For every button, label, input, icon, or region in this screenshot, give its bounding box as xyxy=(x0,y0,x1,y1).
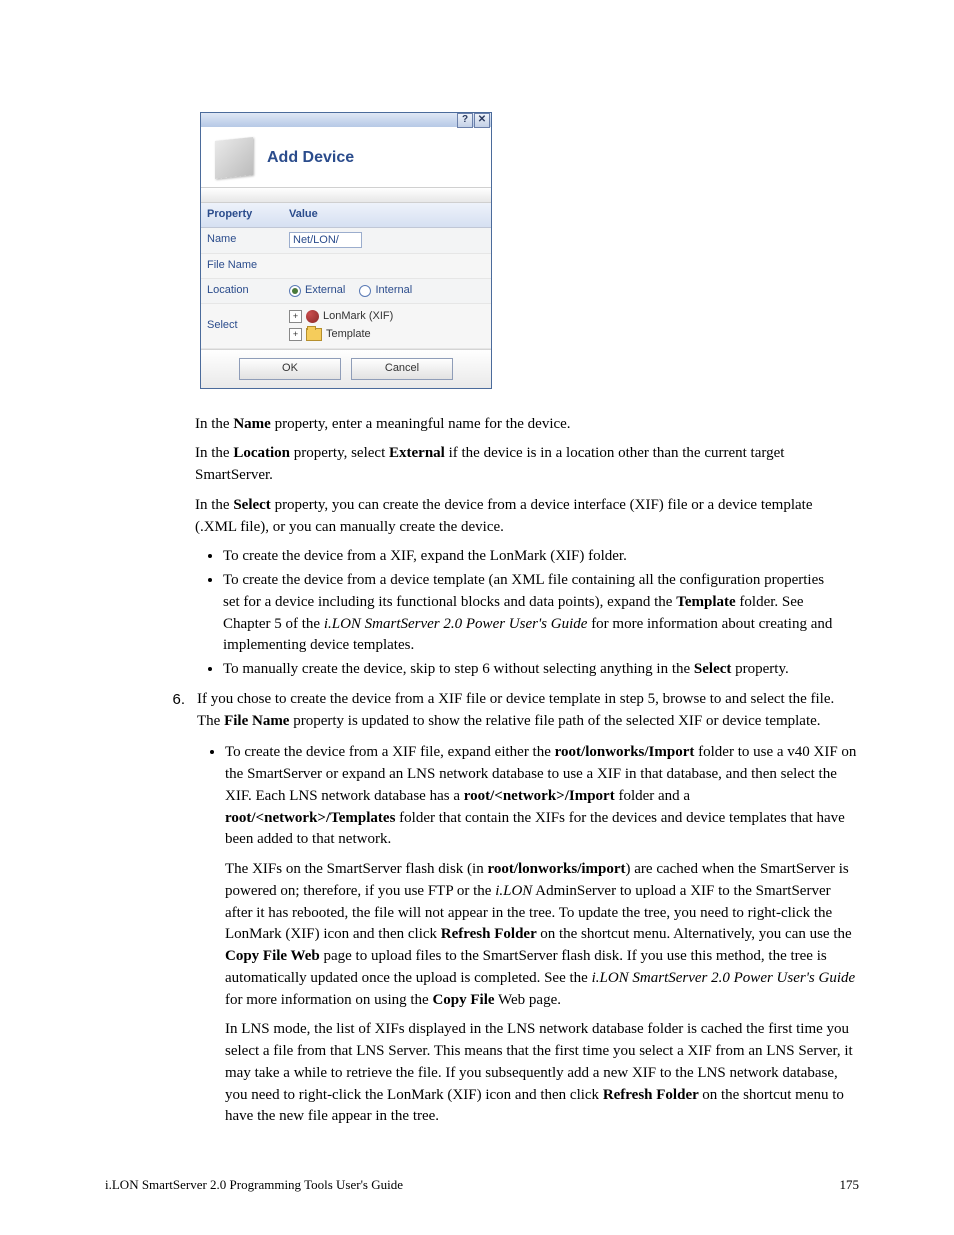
globe-icon xyxy=(306,310,319,323)
tree-lonmark-label: LonMark (XIF) xyxy=(323,309,393,325)
paragraph: If you chose to create the device from a… xyxy=(197,689,859,733)
radio-internal[interactable] xyxy=(359,285,371,297)
plus-icon[interactable]: + xyxy=(289,328,302,341)
row-filename-label: File Name xyxy=(201,253,283,278)
device-icon xyxy=(215,137,253,179)
list-item: To create the device from a XIF file, ex… xyxy=(225,742,859,1128)
property-table: Property Value Name File Name Location E… xyxy=(201,203,491,349)
location-radios: External Internal xyxy=(289,283,485,299)
radio-external-label: External xyxy=(305,283,345,299)
radio-external[interactable] xyxy=(289,285,301,297)
folder-icon xyxy=(306,328,322,341)
radio-internal-label: Internal xyxy=(375,283,412,299)
list-item: To create the device from a XIF, expand … xyxy=(223,546,839,568)
footer-left: i.LON SmartServer 2.0 Programming Tools … xyxy=(105,1176,403,1195)
step-6: 6. If you chose to create the device fro… xyxy=(135,689,859,1136)
tree-item-template[interactable]: + Template xyxy=(289,326,485,344)
col-value: Value xyxy=(283,203,491,227)
row-filename-value xyxy=(283,253,491,278)
tree-template-label: Template xyxy=(326,327,371,343)
row-select-label: Select xyxy=(201,303,283,348)
ok-button[interactable]: OK xyxy=(239,358,341,380)
step-number: 6. xyxy=(135,689,197,1136)
page-footer: i.LON SmartServer 2.0 Programming Tools … xyxy=(105,1176,859,1195)
plus-icon[interactable]: + xyxy=(289,310,302,323)
col-property: Property xyxy=(201,203,283,227)
row-name-label: Name xyxy=(201,227,283,253)
bullet-list: To create the device from a XIF, expand … xyxy=(195,546,839,681)
close-icon[interactable]: ✕ xyxy=(474,113,490,128)
help-icon[interactable]: ? xyxy=(457,113,473,128)
button-row: OK Cancel xyxy=(201,349,491,388)
list-item: To create the device from a device templ… xyxy=(223,570,839,657)
paragraph: In the Location property, select Externa… xyxy=(195,443,839,487)
dialog-title: Add Device xyxy=(267,146,354,169)
list-item: To manually create the device, skip to s… xyxy=(223,659,839,681)
add-device-dialog: ? ✕ Add Device Property Value Name File … xyxy=(200,112,492,389)
name-input[interactable] xyxy=(289,232,362,248)
tree-item-lonmark[interactable]: + LonMark (XIF) xyxy=(289,308,485,326)
titlebar: ? ✕ xyxy=(201,113,491,127)
paragraph: In the Name property, enter a meaningful… xyxy=(195,414,839,436)
paragraph: In the Select property, you can create t… xyxy=(195,495,839,539)
dialog-header: Add Device xyxy=(201,127,491,188)
footer-right: 175 xyxy=(840,1176,860,1195)
row-location-label: Location xyxy=(201,278,283,303)
separator xyxy=(201,188,491,203)
cancel-button[interactable]: Cancel xyxy=(351,358,453,380)
